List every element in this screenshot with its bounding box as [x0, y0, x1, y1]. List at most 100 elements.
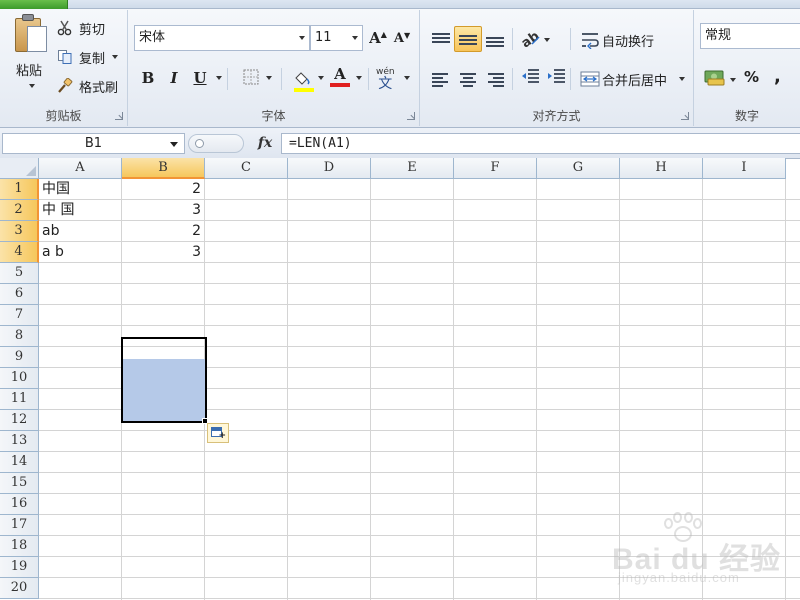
accounting-dropdown-arrow[interactable]	[730, 78, 736, 82]
clipboard-dialog-launcher[interactable]	[115, 112, 123, 120]
row-header-8[interactable]: 8	[0, 326, 39, 347]
cell-b4[interactable]: 3	[122, 242, 204, 262]
accounting-format-button[interactable]	[704, 68, 726, 86]
borders-button[interactable]	[242, 68, 260, 86]
cell-a3[interactable]: ab	[39, 221, 121, 241]
middle-align-button[interactable]	[454, 26, 482, 52]
fill-color-dropdown-arrow[interactable]	[318, 76, 324, 80]
row-header-20[interactable]: 20	[0, 578, 39, 599]
merge-cells-icon	[580, 70, 600, 88]
format-painter-button[interactable]: 格式刷	[56, 76, 118, 96]
row-header-15[interactable]: 15	[0, 473, 39, 494]
percent-style-button[interactable]: %	[744, 68, 759, 86]
bold-button[interactable]: B	[136, 66, 160, 90]
align-left-button[interactable]	[428, 66, 454, 92]
row-header-14[interactable]: 14	[0, 452, 39, 473]
row-header-1[interactable]: 1	[0, 179, 39, 200]
font-size-dropdown-arrow[interactable]	[352, 36, 358, 40]
tab-bar	[68, 0, 800, 9]
worksheet-grid[interactable]: ABCDEFGHI 1 2 3 4 5 6 7 8 9 10 11 12 13 14 15 16 17 18 19 2…	[0, 158, 800, 600]
orientation-dropdown-arrow[interactable]	[544, 38, 550, 42]
merge-center-button[interactable]: 合并后居中	[580, 68, 667, 90]
wrap-text-button[interactable]: 自动换行	[580, 28, 654, 52]
format-painter-label: 格式刷	[79, 80, 119, 96]
font-name-value: 宋体	[139, 30, 166, 45]
copy-button[interactable]: 复制	[56, 47, 118, 67]
row-header-18[interactable]: 18	[0, 536, 39, 557]
paste-dropdown-arrow[interactable]	[29, 84, 35, 88]
row-header-12[interactable]: 12	[0, 410, 39, 431]
row-header-9[interactable]: 9	[0, 347, 39, 368]
name-box[interactable]: B1	[2, 133, 185, 154]
column-header-h[interactable]: H	[620, 158, 703, 179]
cell-a2[interactable]: 中 国	[39, 200, 121, 220]
row-header-17[interactable]: 17	[0, 515, 39, 536]
column-header-d[interactable]: D	[288, 158, 371, 179]
formula-bar-splitter[interactable]	[188, 134, 244, 153]
column-header-b[interactable]: B	[122, 158, 205, 179]
orientation-button[interactable]: ab	[520, 30, 542, 48]
alignment-dialog-launcher[interactable]	[681, 112, 689, 120]
cut-button[interactable]: 剪切	[56, 18, 105, 38]
cell-a4[interactable]: a b	[39, 242, 121, 262]
comma-style-button[interactable]: ,	[774, 66, 781, 87]
copy-dropdown-arrow[interactable]	[112, 55, 118, 59]
fill-color-swatch	[294, 88, 314, 92]
comma-label: ,	[774, 66, 781, 87]
font-color-button[interactable]: A	[328, 64, 352, 88]
row-header-3[interactable]: 3	[0, 221, 39, 242]
row-header-11[interactable]: 11	[0, 389, 39, 410]
column-header-i[interactable]: I	[703, 158, 786, 179]
bottom-align-button[interactable]	[482, 26, 508, 52]
row-header-2[interactable]: 2	[0, 200, 39, 221]
paste-button[interactable]: 粘贴	[4, 10, 48, 102]
name-box-dropdown-arrow[interactable]	[170, 142, 178, 147]
row-header-6[interactable]: 6	[0, 284, 39, 305]
underline-dropdown-arrow[interactable]	[216, 76, 222, 80]
phonetic-guide-button[interactable]: wén 文	[376, 68, 395, 92]
center-button[interactable]	[454, 66, 482, 92]
file-tab[interactable]	[0, 0, 68, 9]
borders-dropdown-arrow[interactable]	[266, 76, 272, 80]
auto-fill-options-button[interactable]: +	[207, 423, 229, 443]
row-header-4[interactable]: 4	[0, 242, 39, 263]
column-header-e[interactable]: E	[371, 158, 454, 179]
italic-button[interactable]: I	[162, 66, 186, 90]
grow-font-button[interactable]: A ▲	[366, 26, 390, 50]
cell-b3[interactable]: 2	[122, 221, 204, 241]
formula-bar: B1 fx =LEN(A1)	[0, 128, 800, 159]
top-align-button[interactable]	[428, 26, 454, 52]
formula-input[interactable]: =LEN(A1)	[281, 133, 800, 154]
underline-button[interactable]: U	[188, 66, 212, 90]
decrease-indent-button[interactable]	[520, 68, 540, 86]
row-header-10[interactable]: 10	[0, 368, 39, 389]
number-format-combo[interactable]: 常规	[700, 23, 800, 49]
column-header-f[interactable]: F	[454, 158, 537, 179]
row-header-7[interactable]: 7	[0, 305, 39, 326]
row-header-16[interactable]: 16	[0, 494, 39, 515]
row-header-5[interactable]: 5	[0, 263, 39, 284]
ribbon-tab-strip	[0, 0, 800, 9]
align-right-button[interactable]	[482, 66, 508, 92]
merge-center-dropdown-arrow[interactable]	[679, 77, 685, 81]
select-all-button[interactable]	[0, 158, 39, 179]
column-header-g[interactable]: G	[537, 158, 620, 179]
cell-a1[interactable]: 中国	[39, 179, 121, 199]
increase-indent-button[interactable]	[546, 68, 566, 86]
cell-b1[interactable]: 2	[122, 179, 204, 199]
fill-color-button[interactable]	[292, 66, 316, 92]
column-header-a[interactable]: A	[39, 158, 122, 179]
font-color-dropdown-arrow[interactable]	[356, 76, 362, 80]
shrink-font-button[interactable]: A ▼	[390, 26, 414, 50]
phonetic-dropdown-arrow[interactable]	[404, 76, 410, 80]
font-name-dropdown-arrow[interactable]	[299, 36, 305, 40]
font-dialog-launcher[interactable]	[407, 112, 415, 120]
font-size-combo[interactable]: 11	[310, 25, 363, 51]
column-header-c[interactable]: C	[205, 158, 288, 179]
row-header-19[interactable]: 19	[0, 557, 39, 578]
insert-function-button[interactable]: fx	[250, 133, 280, 154]
fx-icon: fx	[257, 135, 273, 151]
font-name-combo[interactable]: 宋体	[134, 25, 310, 51]
row-header-13[interactable]: 13	[0, 431, 39, 452]
cell-b2[interactable]: 3	[122, 200, 204, 220]
